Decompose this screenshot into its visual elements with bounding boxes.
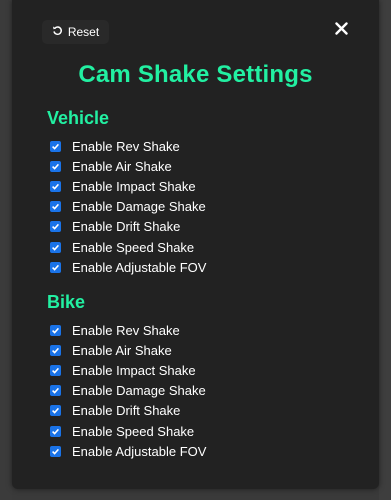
option-vehicle-damage-shake: Enable Damage Shake: [50, 197, 350, 217]
background-right: [379, 0, 391, 500]
checkbox-vehicle-adjustable-fov[interactable]: [50, 261, 61, 273]
checkbox-bike-air-shake[interactable]: [50, 344, 61, 356]
background-left: [0, 0, 12, 500]
reset-button[interactable]: Reset: [42, 20, 109, 44]
option-vehicle-rev-shake: Enable Rev Shake: [50, 136, 350, 156]
option-vehicle-impact-shake: Enable Impact Shake: [50, 176, 350, 196]
checkbox-vehicle-damage-shake[interactable]: [50, 201, 61, 213]
rotate-ccw-icon: [52, 25, 68, 39]
option-label: Enable Drift Shake: [72, 403, 181, 419]
page-title: Cam Shake Settings: [78, 61, 313, 88]
option-label: Enable Damage Shake: [72, 199, 206, 215]
option-vehicle-adjustable-fov: Enable Adjustable FOV: [50, 257, 350, 277]
option-label: Enable Impact Shake: [72, 362, 196, 378]
checkbox-bike-drift-shake[interactable]: [50, 405, 61, 417]
option-bike-impact-shake: Enable Impact Shake: [50, 360, 350, 380]
checkbox-bike-impact-shake[interactable]: [50, 364, 61, 376]
option-label: Enable Speed Shake: [72, 423, 195, 439]
option-label: Enable Air Shake: [72, 342, 172, 358]
section-title-bike: Bike: [47, 292, 86, 312]
option-label: Enable Air Shake: [72, 158, 172, 174]
checkbox-bike-adjustable-fov[interactable]: [50, 445, 61, 457]
checkbox-bike-rev-shake[interactable]: [50, 324, 61, 336]
option-label: Enable Speed Shake: [72, 239, 195, 255]
option-bike-drift-shake: Enable Drift Shake: [50, 401, 350, 421]
settings-panel: Reset Cam Shake Settings Vehicle Enable …: [12, 0, 379, 489]
checkbox-vehicle-speed-shake[interactable]: [50, 241, 61, 253]
option-bike-speed-shake: Enable Speed Shake: [50, 421, 350, 441]
checkbox-vehicle-air-shake[interactable]: [50, 160, 61, 172]
close-icon: [334, 22, 348, 40]
option-label: Enable Damage Shake: [72, 383, 206, 399]
option-label: Enable Drift Shake: [72, 219, 181, 235]
checkbox-vehicle-rev-shake[interactable]: [50, 140, 61, 152]
reset-button-label: Reset: [67, 25, 100, 39]
option-vehicle-speed-shake: Enable Speed Shake: [50, 237, 350, 257]
option-vehicle-drift-shake: Enable Drift Shake: [50, 217, 350, 237]
close-button[interactable]: [331, 20, 351, 42]
checkbox-vehicle-impact-shake[interactable]: [50, 180, 61, 192]
option-vehicle-air-shake: Enable Air Shake: [50, 156, 350, 176]
option-label: Enable Impact Shake: [72, 178, 196, 194]
option-label: Enable Rev Shake: [72, 322, 180, 338]
checkbox-vehicle-drift-shake[interactable]: [50, 221, 61, 233]
option-label: Enable Adjustable FOV: [72, 259, 207, 275]
option-label: Enable Adjustable FOV: [72, 443, 207, 459]
checkbox-bike-damage-shake[interactable]: [50, 385, 61, 397]
option-bike-rev-shake: Enable Rev Shake: [50, 320, 350, 340]
option-bike-damage-shake: Enable Damage Shake: [50, 381, 350, 401]
section-title-vehicle: Vehicle: [47, 108, 110, 128]
option-bike-adjustable-fov: Enable Adjustable FOV: [50, 441, 350, 461]
option-bike-air-shake: Enable Air Shake: [50, 340, 350, 360]
checkbox-bike-speed-shake[interactable]: [50, 425, 61, 437]
option-label: Enable Rev Shake: [72, 138, 180, 154]
vehicle-options: Enable Rev Shake Enable Air Shake Enable…: [50, 136, 350, 277]
bike-options: Enable Rev Shake Enable Air Shake Enable…: [50, 320, 350, 461]
